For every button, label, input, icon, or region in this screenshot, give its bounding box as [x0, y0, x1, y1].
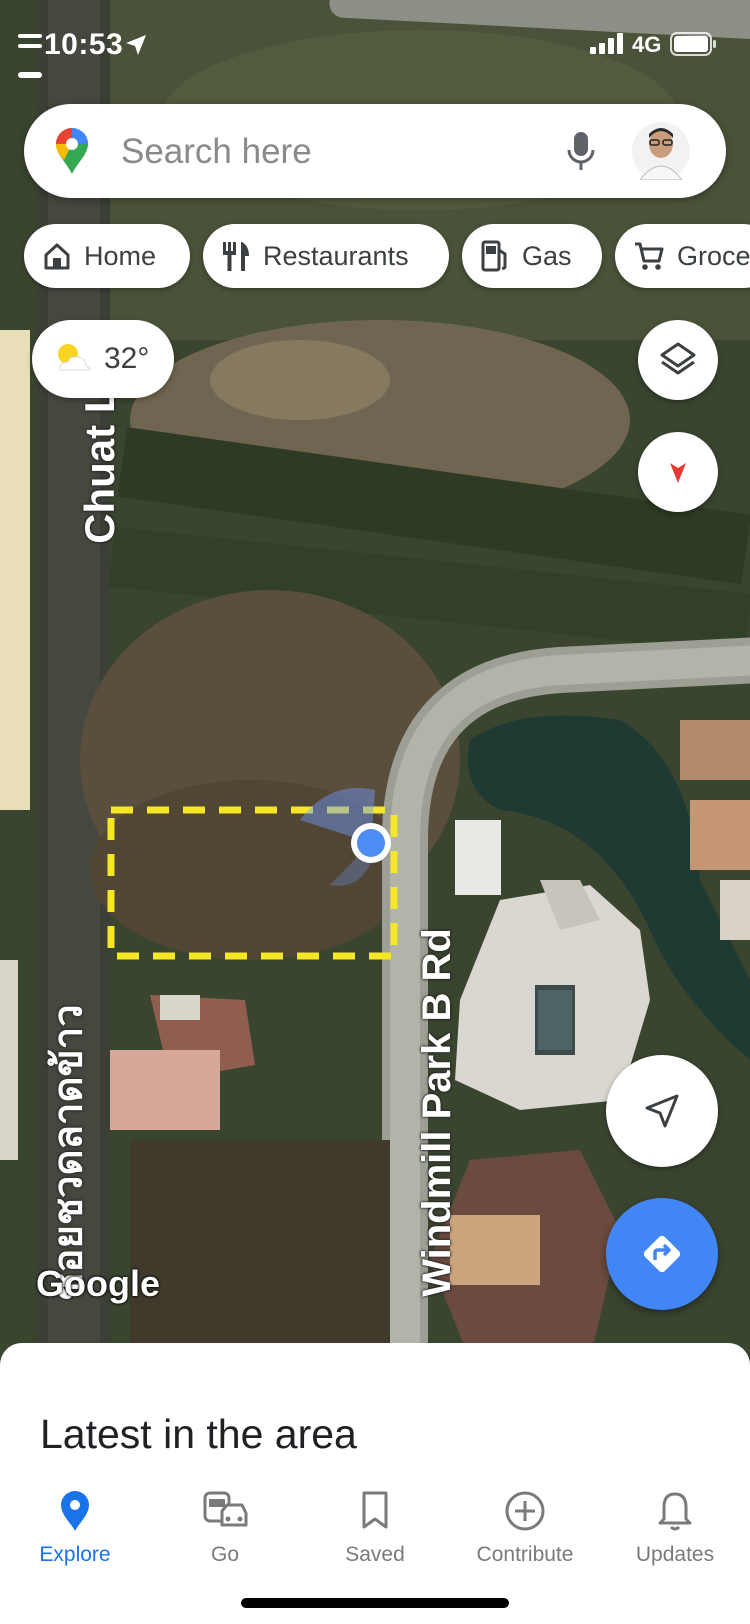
location-arrow-icon — [125, 34, 147, 61]
tab-saved-label: Saved — [345, 1543, 405, 1566]
weather-chip[interactable]: 32° — [32, 320, 174, 398]
status-time: 10:53 — [44, 28, 124, 61]
gas-station-icon — [481, 240, 507, 272]
weather-temp: 32° — [104, 342, 150, 375]
chip-home[interactable]: Home — [24, 224, 190, 288]
directions-icon — [643, 1235, 681, 1273]
tab-explore-label: Explore — [39, 1543, 111, 1566]
google-maps-logo-icon — [54, 126, 90, 181]
bottom-sheet[interactable]: Latest in the area Explore Go Saved Cont… — [0, 1343, 750, 1624]
chip-gas-label: Gas — [522, 240, 572, 271]
chip-groceries[interactable]: Groce — [615, 224, 750, 288]
home-icon — [44, 243, 70, 270]
tab-updates-label: Updates — [635, 1543, 715, 1566]
layers-icon — [660, 342, 696, 375]
status-menu-icon — [18, 32, 44, 89]
chip-restaurants[interactable]: Restaurants — [203, 224, 449, 288]
compass-icon — [670, 463, 686, 483]
google-attribution: Google — [36, 1263, 160, 1304]
avatar[interactable] — [632, 122, 690, 185]
navigation-arrow-icon — [645, 1094, 679, 1128]
signal-icon — [590, 32, 626, 59]
bottom-nav: Explore Go Saved Contribute Updates — [0, 1473, 750, 1583]
microphone-icon[interactable] — [566, 130, 596, 179]
tab-contribute-label: Contribute — [476, 1543, 574, 1566]
tab-explore[interactable]: Explore — [0, 1473, 150, 1583]
compass-button[interactable] — [638, 432, 718, 512]
road-label-windmill: Windmill Park B Rd — [414, 928, 459, 1297]
chip-gas[interactable]: Gas — [462, 224, 602, 288]
restaurant-icon — [223, 242, 249, 271]
add-circle-icon — [505, 1491, 545, 1531]
bookmark-icon — [362, 1491, 388, 1529]
search-input[interactable]: Search here — [121, 132, 312, 172]
tab-go-label: Go — [210, 1543, 239, 1566]
layers-button[interactable] — [638, 320, 718, 400]
status-bar: 10:53 4G — [0, 0, 750, 90]
my-location-button[interactable] — [606, 1055, 718, 1167]
sun-cloud-icon — [54, 340, 94, 381]
commute-icon — [203, 1491, 248, 1527]
network-type: 4G — [632, 32, 662, 57]
road-label-thai: ซอยชวดลาดข้าว — [46, 1004, 91, 1300]
directions-button[interactable] — [606, 1198, 718, 1310]
cart-icon — [635, 242, 664, 270]
tab-contribute[interactable]: Contribute — [450, 1473, 600, 1583]
battery-icon — [670, 32, 718, 61]
chip-restaurants-label: Restaurants — [263, 240, 409, 271]
explore-pin-icon — [61, 1491, 89, 1531]
chip-home-label: Home — [84, 240, 157, 271]
home-indicator[interactable] — [241, 1598, 509, 1608]
tab-saved[interactable]: Saved — [300, 1473, 450, 1583]
tab-updates[interactable]: Updates — [600, 1473, 750, 1583]
chip-groceries-label: Groce — [677, 240, 750, 271]
sheet-title: Latest in the area — [40, 1411, 357, 1457]
bell-icon — [658, 1492, 692, 1531]
search-bar[interactable]: Search here — [24, 104, 726, 198]
tab-go[interactable]: Go — [150, 1473, 300, 1583]
